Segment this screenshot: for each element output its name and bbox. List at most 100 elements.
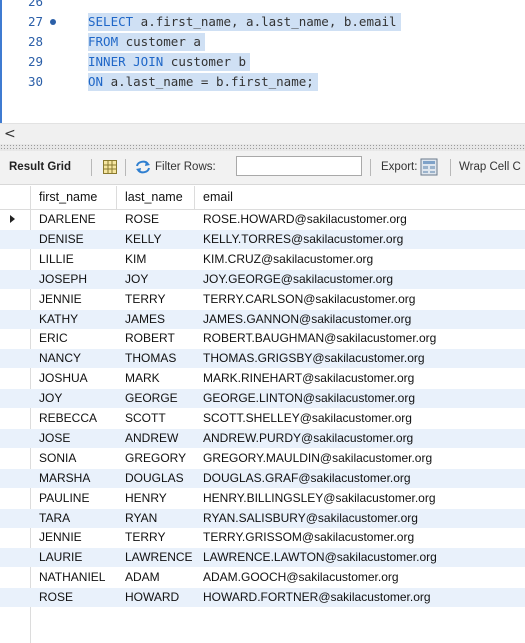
cell-last-name[interactable]: DOUGLAS [125, 469, 184, 488]
cell-email[interactable]: THOMAS.GRIGSBY@sakilacustomer.org [203, 349, 425, 368]
cell-email[interactable]: SCOTT.SHELLEY@sakilacustomer.org [203, 409, 412, 428]
table-row[interactable]: NANCY THOMAS THOMAS.GRIGSBY@sakilacustomer… [0, 349, 525, 369]
result-grid[interactable]: first_name last_name email DARLENE ROSE RO… [0, 186, 525, 643]
cell-last-name[interactable]: SCOTT [125, 409, 166, 428]
cell-last-name[interactable]: ROBERT [125, 329, 175, 348]
filter-rows-input[interactable] [236, 156, 362, 176]
cell-last-name[interactable]: TERRY [125, 528, 165, 547]
cell-email[interactable]: GREGORY.MAULDIN@sakilacustomer.org [203, 449, 432, 468]
cell-first-name[interactable]: LAURIE [39, 548, 82, 567]
cell-first-name[interactable]: JOSHUA [39, 369, 88, 388]
editor-line[interactable]: 30 ON a.last_name = b.first_name; [2, 72, 525, 92]
cell-last-name[interactable]: KIM [125, 250, 146, 269]
cell-last-name[interactable]: ANDREW [125, 429, 178, 448]
cell-email[interactable]: RYAN.SALISBURY@sakilacustomer.org [203, 509, 418, 528]
cell-last-name[interactable]: JAMES [125, 310, 165, 329]
table-row[interactable]: DENISE KELLY KELLY.TORRES@sakilacustomer.o… [0, 229, 525, 249]
table-row[interactable]: JENNIE TERRY TERRY.CARLSON@sakilacustomer.… [0, 290, 525, 309]
column-header-last-name[interactable]: last_name [117, 186, 195, 209]
sql-code[interactable]: FROM customer a [88, 33, 205, 51]
sql-code[interactable]: ON a.last_name = b.first_name; [88, 73, 318, 91]
cell-first-name[interactable]: JENNIE [39, 528, 82, 547]
cell-last-name[interactable]: TERRY [125, 290, 165, 309]
export-icon[interactable] [420, 158, 438, 176]
cell-email[interactable]: LAWRENCE.LAWTON@sakilacustomer.org [203, 548, 437, 567]
table-row[interactable]: JOSHUA MARK MARK.RINEHART@sakilacustomer.o… [0, 369, 525, 388]
cell-first-name[interactable]: JOSEPH [39, 270, 87, 289]
pane-splitter[interactable] [0, 144, 525, 151]
cell-first-name[interactable]: LILLIE [39, 250, 74, 269]
cell-first-name[interactable]: JOSE [39, 429, 70, 448]
cell-first-name[interactable]: DENISE [39, 230, 84, 249]
table-row[interactable]: ROSE HOWARD HOWARD.FORTNER@sakilacustomer.… [0, 588, 525, 608]
cell-first-name[interactable]: JOY [39, 389, 62, 408]
column-header-first-name[interactable]: first_name [31, 186, 117, 209]
table-row[interactable]: LAURIE LAWRENCE LAWRENCE.LAWTON@sakilacust… [0, 548, 525, 568]
cell-last-name[interactable]: HOWARD [125, 588, 179, 607]
cell-last-name[interactable]: GREGORY [125, 449, 186, 468]
table-row[interactable]: ERIC ROBERT ROBERT.BAUGHMAN@sakilacustomer… [0, 329, 525, 348]
cell-email[interactable]: ROBERT.BAUGHMAN@sakilacustomer.org [203, 329, 436, 348]
cell-first-name[interactable]: PAULINE [39, 489, 89, 508]
cell-email[interactable]: TERRY.GRISSOM@sakilacustomer.org [203, 528, 414, 547]
cell-first-name[interactable]: ERIC [39, 329, 68, 348]
cell-email[interactable]: MARK.RINEHART@sakilacustomer.org [203, 369, 414, 388]
cell-first-name[interactable]: TARA [39, 509, 70, 528]
table-row[interactable]: TARA RYAN RYAN.SALISBURY@sakilacustomer.or… [0, 508, 525, 528]
cell-first-name[interactable]: JENNIE [39, 290, 82, 309]
cell-email[interactable]: TERRY.CARLSON@sakilacustomer.org [203, 290, 415, 309]
sql-code[interactable]: INNER JOIN customer b [88, 53, 251, 71]
table-row[interactable]: KATHY JAMES JAMES.GANNON@sakilacustomer.or… [0, 309, 525, 329]
scroll-left-arrow[interactable]: < [4, 126, 16, 142]
editor-line[interactable]: 29 INNER JOIN customer b [2, 52, 525, 72]
cell-last-name[interactable]: JOY [125, 270, 148, 289]
cell-first-name[interactable]: DARLENE [39, 210, 96, 229]
refresh-arrows-icon[interactable] [135, 160, 151, 174]
table-row[interactable]: JOSE ANDREW ANDREW.PURDY@sakilacustomer.or… [0, 428, 525, 448]
cell-last-name[interactable]: ADAM [125, 568, 160, 587]
cell-first-name[interactable]: REBECCA [39, 409, 97, 428]
table-row[interactable]: JOSEPH JOY JOY.GEORGE@sakilacustomer.org [0, 269, 525, 289]
grid-layout-icon[interactable] [103, 160, 117, 174]
cell-first-name[interactable]: NANCY [39, 349, 81, 368]
sql-code[interactable]: SELECT a.first_name, a.last_name, b.emai… [88, 13, 401, 31]
cell-first-name[interactable]: KATHY [39, 310, 78, 329]
cell-first-name[interactable]: SONIA [39, 449, 76, 468]
table-row[interactable]: SONIA GREGORY GREGORY.MAULDIN@sakilacustom… [0, 449, 525, 468]
cell-last-name[interactable]: THOMAS [125, 349, 176, 368]
cell-last-name[interactable]: GEORGE [125, 389, 178, 408]
cell-email[interactable]: GEORGE.LINTON@sakilacustomer.org [203, 389, 415, 408]
cell-last-name[interactable]: LAWRENCE [125, 548, 193, 567]
table-row[interactable]: PAULINE HENRY HENRY.BILLINGSLEY@sakilacust… [0, 489, 525, 508]
table-row[interactable]: JENNIE TERRY TERRY.GRISSOM@sakilacustomer.… [0, 528, 525, 547]
editor-line[interactable]: 26 [2, 0, 525, 12]
cell-email[interactable]: JAMES.GANNON@sakilacustomer.org [203, 310, 411, 329]
table-row[interactable]: LILLIE KIM KIM.CRUZ@sakilacustomer.org [0, 250, 525, 269]
cell-first-name[interactable]: ROSE [39, 588, 73, 607]
cell-email[interactable]: KIM.CRUZ@sakilacustomer.org [203, 250, 373, 269]
cell-email[interactable]: HENRY.BILLINGSLEY@sakilacustomer.org [203, 489, 436, 508]
cell-email[interactable]: KELLY.TORRES@sakilacustomer.org [203, 230, 403, 249]
cell-last-name[interactable]: ROSE [125, 210, 159, 229]
column-header-email[interactable]: email [195, 186, 525, 209]
cell-email[interactable]: JOY.GEORGE@sakilacustomer.org [203, 270, 393, 289]
cell-email[interactable]: HOWARD.FORTNER@sakilacustomer.org [203, 588, 431, 607]
editor-line[interactable]: 28 FROM customer a [2, 32, 525, 52]
editor-line[interactable]: 27 SELECT a.first_name, a.last_name, b.em… [2, 12, 525, 32]
table-row[interactable]: NATHANIEL ADAM ADAM.GOOCH@sakilacustomer.o… [0, 568, 525, 587]
cell-email[interactable]: ADAM.GOOCH@sakilacustomer.org [203, 568, 399, 587]
editor-horizontal-scrollbar[interactable]: < [0, 123, 525, 145]
table-row[interactable]: DARLENE ROSE ROSE.HOWARD@sakilacustomer.or… [0, 210, 525, 229]
cell-email[interactable]: DOUGLAS.GRAF@sakilacustomer.org [203, 469, 411, 488]
cell-first-name[interactable]: NATHANIEL [39, 568, 105, 587]
cell-last-name[interactable]: RYAN [125, 509, 157, 528]
table-row[interactable]: MARSHA DOUGLAS DOUGLAS.GRAF@sakilacustomer… [0, 468, 525, 488]
cell-first-name[interactable]: MARSHA [39, 469, 90, 488]
cell-last-name[interactable]: HENRY [125, 489, 167, 508]
result-grid-tab[interactable]: Result Grid [9, 161, 71, 173]
cell-last-name[interactable]: MARK [125, 369, 160, 388]
wrap-cell-content-option[interactable]: Wrap Cell C [459, 161, 521, 173]
sql-editor[interactable]: 26 27 SELECT a.first_name, a.last_name, b.… [0, 0, 525, 123]
cell-email[interactable]: ANDREW.PURDY@sakilacustomer.org [203, 429, 413, 448]
table-row[interactable]: JOY GEORGE GEORGE.LINTON@sakilacustomer.or… [0, 389, 525, 409]
